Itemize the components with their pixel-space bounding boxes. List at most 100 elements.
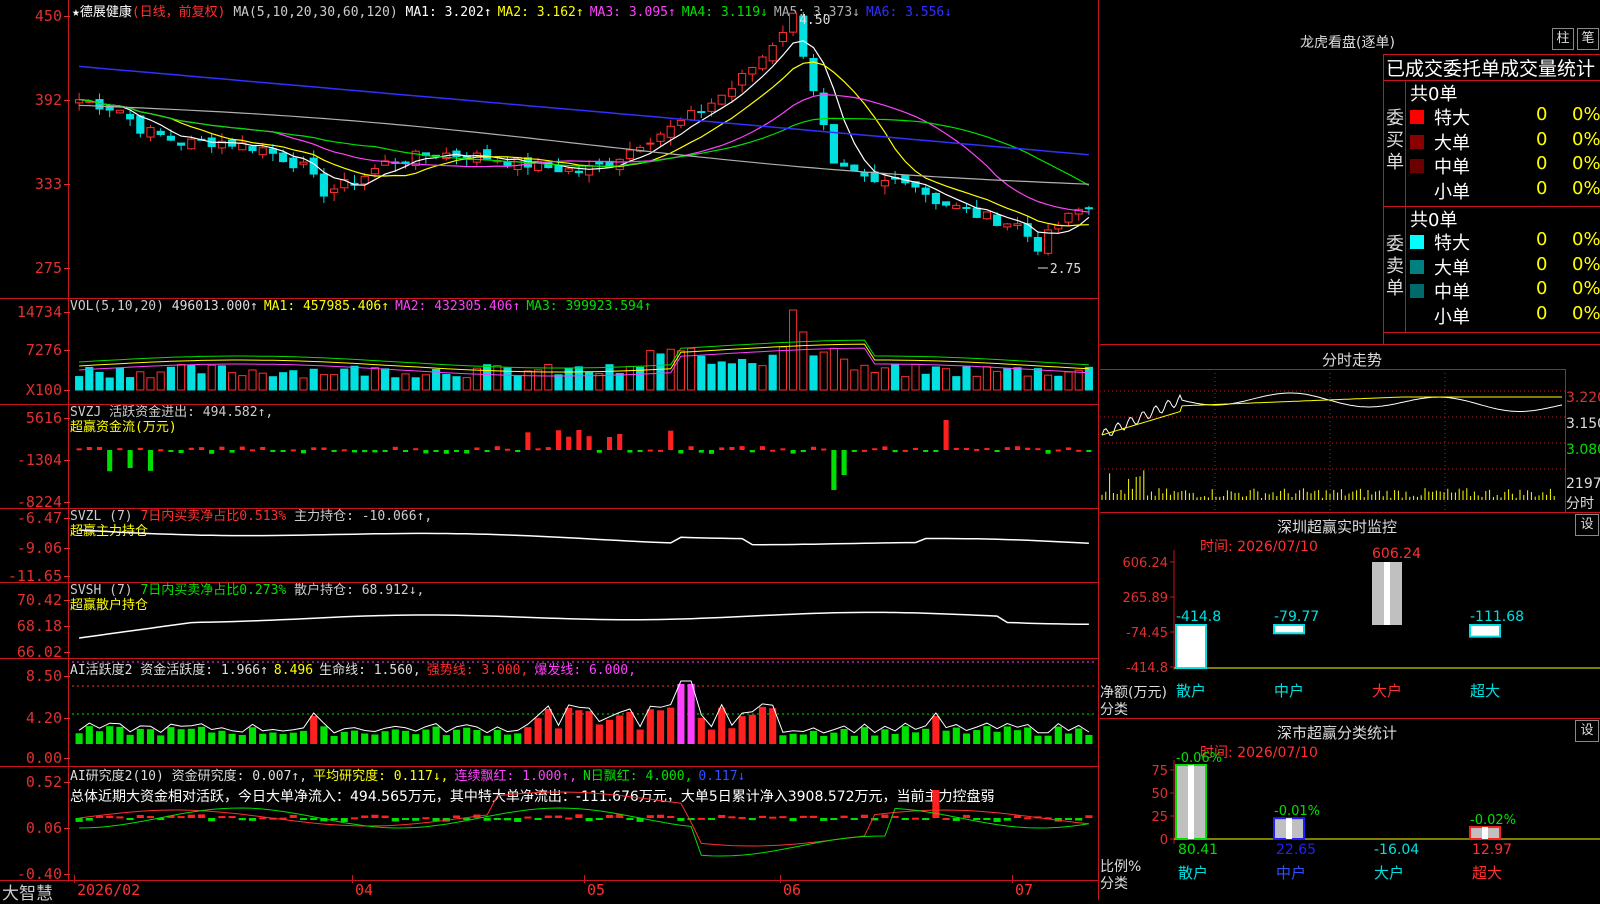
research-bar	[483, 818, 491, 821]
x-label: 04	[355, 881, 374, 899]
fund-flow-bar	[270, 450, 276, 452]
volume-bar	[381, 368, 390, 391]
candle-body	[707, 102, 716, 112]
volume-bar	[1033, 368, 1042, 391]
research-bar	[1075, 818, 1083, 821]
activity-bar	[983, 726, 991, 744]
activity-bar	[595, 724, 603, 744]
sz-y-label: -74.45	[1126, 626, 1168, 641]
research-bar	[656, 814, 665, 818]
fund-flow-bar	[249, 449, 256, 452]
sz-bar	[1175, 624, 1207, 670]
svzl-pane[interactable]: SVZL (7) 7日内买卖净占比0.513% 主力持仓: -10.066↑, …	[0, 508, 1098, 585]
candle-body	[993, 214, 1002, 226]
research-bar	[177, 816, 185, 819]
research-bar	[952, 818, 960, 821]
volume-bar	[758, 365, 767, 391]
activity-bar	[758, 706, 767, 744]
research-bar	[452, 815, 461, 818]
candle-body	[952, 204, 961, 209]
volume-bar	[483, 364, 492, 391]
volume-bar	[258, 372, 267, 391]
ss-stats-chart: 75 50 25 0 -0.06% 80.41 散户 -0.01% 22.65 中户 -16.04 大…	[1151, 751, 1600, 882]
research-bar	[901, 818, 909, 820]
candle-body	[738, 73, 747, 86]
fund-flow-bar	[657, 449, 664, 452]
candle-body	[646, 142, 655, 145]
ss-category: 散户	[1178, 864, 1208, 882]
activity-bar	[116, 726, 124, 744]
volume-bar	[340, 368, 349, 391]
fund-flow-bar	[831, 450, 837, 490]
activity-bar	[299, 730, 308, 744]
sz-bar-shine	[1384, 562, 1390, 625]
svzj-pane[interactable]: SVZJ 活跃资金进出: 494.582↑, 超赢资金流(万元) 5616 -13…	[0, 404, 1098, 511]
fund-flow-bar	[147, 450, 154, 471]
volume-bar	[799, 331, 808, 391]
activity-bar	[1075, 728, 1083, 744]
order-row: 中单 0 0%	[1406, 278, 1600, 303]
research-bar	[697, 817, 705, 820]
research-bar	[330, 818, 338, 820]
ss-xlabel: 分类	[1100, 876, 1128, 892]
order-pct: 0%	[1572, 128, 1600, 150]
price-pane[interactable]: ★德展健康(日线，前复权) MA(5,10,20,30,60,120) MA1:…	[0, 0, 1098, 298]
candle-body	[187, 138, 196, 150]
intraday-chart[interactable]	[1100, 369, 1600, 512]
ss-top-value: -0.02%	[1470, 813, 1516, 828]
volume-bar	[105, 377, 114, 391]
activity-bar	[850, 735, 858, 744]
chart-area[interactable]: ★德展健康(日线，前复权) MA(5,10,20,30,60,120) MA1:…	[0, 0, 1100, 904]
research-bar	[605, 814, 614, 818]
sz-y-label: -414.8	[1126, 661, 1168, 676]
ai-research-pane[interactable]: AI研究度2(10) 资金研究度: 0.007↑, 平均研究度: 0.117↓, 连…	[0, 766, 1098, 883]
fund-flow-bar	[392, 446, 398, 450]
volume-bar	[942, 368, 951, 391]
color-swatch	[1410, 259, 1424, 274]
fund-flow-bar	[1076, 449, 1082, 452]
fund-flow-bar	[188, 447, 194, 450]
research-bar	[758, 815, 767, 818]
fund-flow-bar	[494, 446, 500, 450]
volume-bar	[1064, 371, 1073, 391]
candle-body	[136, 115, 145, 134]
fund-flow-bar	[688, 446, 694, 450]
activity-bar	[1064, 733, 1073, 744]
volume-bar	[605, 364, 614, 391]
activity-bar	[1085, 734, 1093, 744]
ai-activity-pane[interactable]: AI活跃度2 资金活跃度: 1.966↑ 8.496 生命线: 1.560, 强势线:…	[0, 658, 1098, 767]
volume-bar	[585, 372, 594, 391]
activity-bar	[524, 727, 532, 744]
bar-mode-button[interactable]: 柱	[1552, 28, 1574, 50]
fund-flow-bar	[851, 450, 857, 452]
activity-bar	[728, 728, 736, 744]
ss-settings-button[interactable]: 设	[1575, 720, 1599, 742]
volume-bar	[268, 376, 277, 391]
volume-bar	[1054, 375, 1063, 391]
fund-flow-bar	[790, 450, 796, 454]
fund-flow-bar	[443, 450, 449, 454]
fund-flow-bar	[566, 436, 572, 450]
fund-flow-bar	[382, 450, 388, 452]
order-pct: 0%	[1572, 229, 1600, 250]
tick-mode-button[interactable]: 笔	[1577, 28, 1599, 50]
sz-title: 深圳超赢实时监控	[1277, 518, 1398, 536]
fund-flow-bar	[953, 447, 959, 450]
order-type: 小单	[1434, 306, 1470, 328]
volume-bar	[228, 372, 237, 391]
research-bar	[667, 815, 675, 818]
research-bar	[126, 818, 134, 820]
fund-flow-bar	[453, 450, 460, 452]
activity-bar	[636, 729, 644, 744]
volume-pane[interactable]: VOL(5,10,20) 496013.000↑ MA1: 457985.406↑…	[0, 298, 1098, 404]
sz-settings-button[interactable]: 设	[1575, 514, 1599, 536]
fund-flow-chart	[76, 420, 1092, 490]
volume-bar	[177, 363, 186, 391]
fund-flow-bar	[800, 450, 806, 453]
activity-bar	[871, 735, 879, 744]
volume-bar	[534, 369, 543, 391]
svsh-pane[interactable]: SVSH (7) 7日内买卖净占比0.273% 散户持仓: 68.912↓, 超…	[0, 582, 1098, 661]
activity-bar	[738, 716, 746, 744]
activity-bar	[1024, 727, 1032, 744]
activity-bar	[136, 728, 144, 744]
